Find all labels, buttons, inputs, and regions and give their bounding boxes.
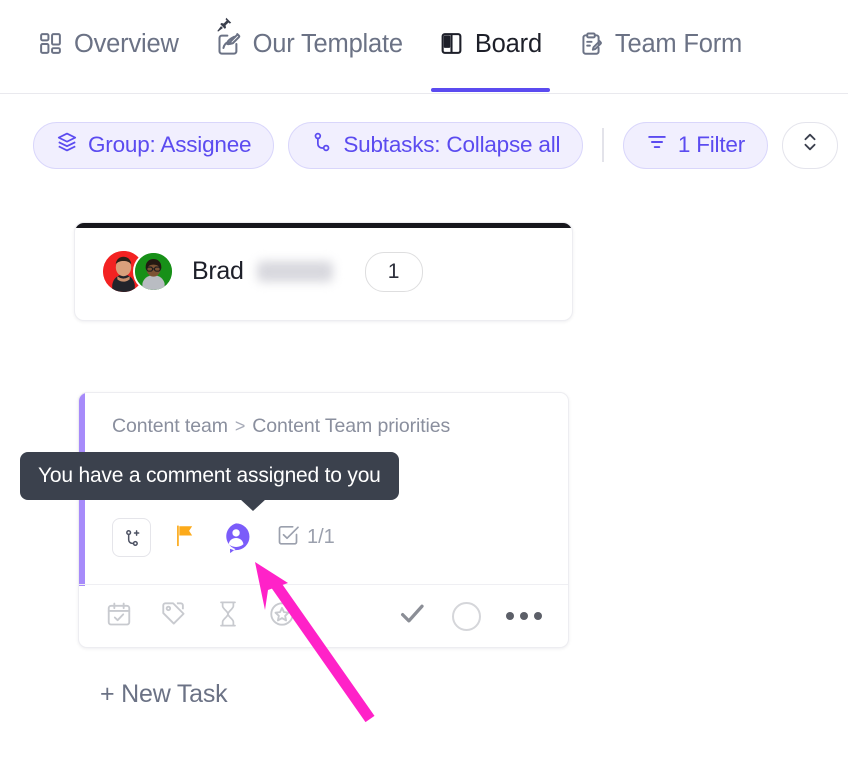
filter-button[interactable]: 1 Filter [622,121,768,169]
layers-icon [56,131,78,159]
task-card-meta-icons: 1/1 [112,518,335,557]
add-subtask-icon[interactable] [112,518,151,557]
chevron-up-down-icon [799,129,821,161]
tooltip: You have a comment assigned to you [20,452,399,511]
tab-active-underline [430,88,550,92]
group-by-label: Group: Assignee [88,132,252,157]
calendar-check-icon[interactable] [105,600,133,633]
group-name: Brad [192,257,244,285]
board-columns-icon [439,31,464,61]
checkbox-checked-icon [276,523,300,553]
checkmark-icon[interactable] [397,599,427,634]
avatar-group [103,251,174,292]
breadcrumb-parent: Content team [112,415,228,437]
tab-board-label: Board [474,30,542,59]
breadcrumb-separator: > [234,416,246,436]
star-circle-icon[interactable] [268,600,296,633]
tab-overview[interactable]: Overview [0,0,197,92]
filter-label: 1 Filter [677,132,745,157]
subtasks-label: Subtasks: Collapse all [343,132,561,157]
checklist-progress: 1/1 [276,523,335,553]
group-header-card[interactable]: Brad 1 [74,222,573,321]
sort-button[interactable] [782,121,838,169]
checklist-label: 1/1 [307,526,335,548]
tab-bar: Overview Our Template Board Team Form [0,0,848,94]
footer-quick-actions [105,600,296,633]
tab-team-form-label: Team Form [614,30,743,59]
dot [534,612,542,620]
breadcrumb-child: Content Team priorities [252,415,451,437]
status-circle-icon[interactable] [452,601,481,631]
tags-icon[interactable] [160,600,188,633]
redacted-surname [256,261,333,282]
tab-board[interactable]: Board [421,0,560,92]
toolbar-divider [602,128,604,162]
breadcrumb[interactable]: Content team > Content Team priorities [112,415,450,438]
clipboard-pencil-icon [578,31,604,62]
tooltip-text: You have a comment assigned to you [38,464,381,487]
tab-our-template-label: Our Template [252,30,403,59]
pin-icon [216,16,233,38]
dot [520,612,528,620]
tooltip-arrow [240,499,266,511]
tab-overview-label: Overview [74,30,179,59]
task-card[interactable]: Content team > Content Team priorities 1… [78,392,569,648]
footer-status-actions [397,599,542,634]
flag-icon[interactable] [171,522,198,554]
dot [506,612,514,620]
assigned-comment-icon[interactable] [218,519,256,557]
task-card-footer [79,584,568,647]
new-task-button[interactable]: + New Task [100,680,228,709]
group-by-button[interactable]: Group: Assignee [33,121,275,169]
view-toolbar: Group: Assignee Subtasks: Collapse all 1… [0,93,848,197]
tab-our-template[interactable]: Our Template [197,0,421,92]
subtasks-button[interactable]: Subtasks: Collapse all [288,121,584,169]
hourglass-icon[interactable] [215,600,241,633]
grid-dashboard-icon [38,31,63,61]
avatar[interactable] [133,251,174,292]
filter-lines-icon [646,131,668,159]
subtask-branch-icon [311,131,333,159]
task-count-badge: 1 [364,251,423,292]
tab-team-form[interactable]: Team Form [560,0,760,92]
more-options-icon[interactable] [506,612,542,620]
